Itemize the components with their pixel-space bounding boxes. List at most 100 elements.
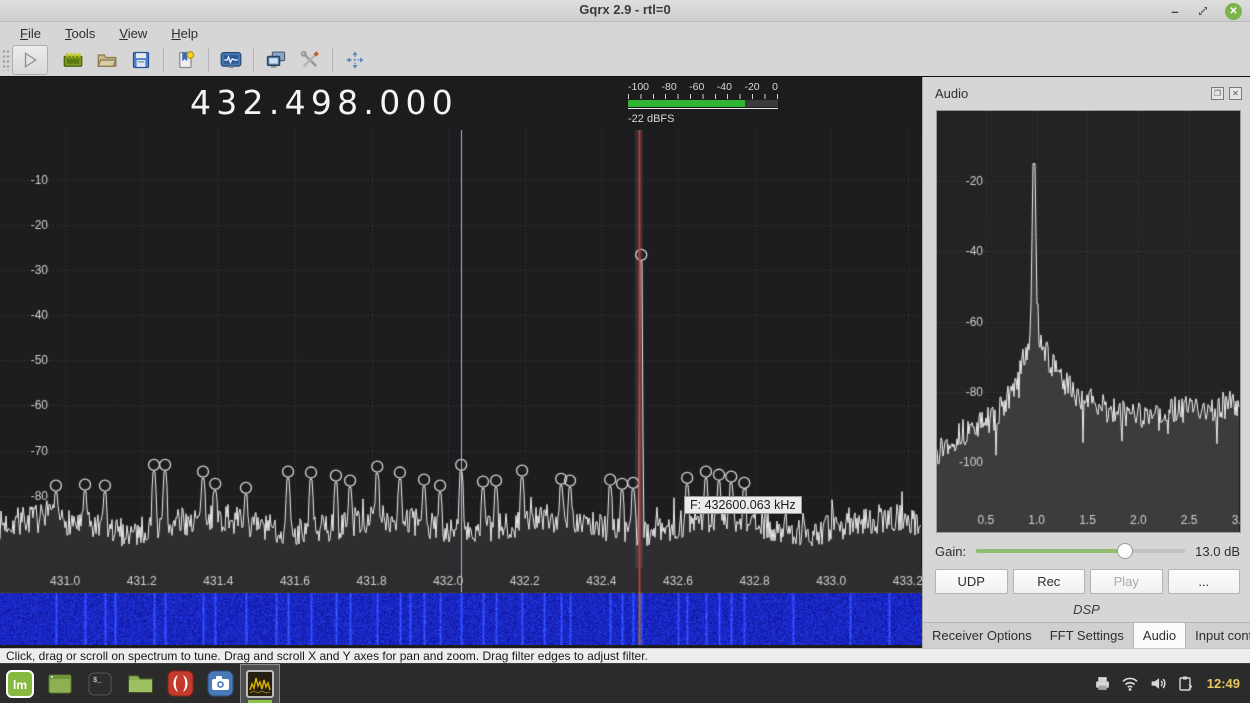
tools-icon <box>300 50 320 70</box>
play-icon <box>21 51 39 69</box>
dsp-group-label: DSP <box>923 602 1250 617</box>
maximize-icon <box>1197 5 1209 17</box>
gain-label: Gain: <box>935 544 966 559</box>
minimize-button[interactable]: – <box>1166 3 1184 19</box>
start-dsp-button[interactable] <box>12 45 48 75</box>
tab-receiver-options[interactable]: Receiver Options <box>923 623 1041 648</box>
menu-help[interactable]: Help <box>161 24 208 43</box>
close-dock-icon[interactable]: ✕ <box>1229 87 1242 100</box>
mint-logo-icon: lm <box>6 670 34 698</box>
udp-button[interactable]: UDP <box>935 569 1008 594</box>
play-button[interactable]: Play <box>1090 569 1163 594</box>
frequency-tooltip: F: 432600.063 kHz <box>684 496 802 514</box>
clipboard-icon[interactable] <box>1177 675 1193 692</box>
scope-display-icon <box>220 50 242 70</box>
file-manager-button[interactable] <box>120 664 160 703</box>
audio-fft-plot <box>937 111 1240 532</box>
desktop-window-icon <box>47 671 73 697</box>
dbfs-underline <box>628 108 778 109</box>
frequency-display[interactable]: 432.498.000 <box>190 83 450 122</box>
dbfs-tick-label: -80 <box>661 81 676 93</box>
statusbar: Click, drag or scroll on spectrum to tun… <box>0 648 1250 663</box>
svg-text:lm: lm <box>13 678 27 692</box>
window-title: Gqrx 2.9 - rtl=0 <box>0 2 1250 17</box>
menu-view[interactable]: View <box>109 24 157 43</box>
dock-tabbar: Receiver Options FFT Settings Audio Inpu… <box>923 622 1250 648</box>
gain-row: Gain: 13.0 dB <box>935 541 1240 561</box>
remote-control-button[interactable] <box>261 46 291 74</box>
toolbar <box>0 44 1250 77</box>
spectrum-panel: 432.498.000 -100 -80 -60 -40 -20 0 -22 d… <box>0 77 922 648</box>
more-options-button[interactable]: ... <box>1168 569 1241 594</box>
dock-title: Audio <box>935 86 1206 101</box>
toolbar-separator <box>208 48 209 72</box>
save-floppy-icon <box>131 50 151 70</box>
dsp-settings-button[interactable] <box>295 46 325 74</box>
terminal-icon: $_ <box>87 671 113 697</box>
camera-icon <box>207 670 234 697</box>
gqrx-icon <box>246 670 274 698</box>
tab-fft-settings[interactable]: FFT Settings <box>1041 623 1133 648</box>
printer-icon[interactable] <box>1094 675 1111 692</box>
tab-audio[interactable]: Audio <box>1133 623 1186 648</box>
iq-tool-button[interactable] <box>216 46 246 74</box>
terminal-button[interactable]: $_ <box>80 664 120 703</box>
clock[interactable]: 12:49 <box>1207 676 1240 691</box>
status-text: Click, drag or scroll on spectrum to tun… <box>6 649 648 663</box>
hexchat-icon <box>167 670 194 697</box>
main-area: 432.498.000 -100 -80 -60 -40 -20 0 -22 d… <box>0 77 1250 648</box>
system-tray: 12:49 <box>1094 675 1250 692</box>
toolbar-drag-handle[interactable] <box>2 49 10 71</box>
dbfs-tick-label: -100 <box>628 81 649 93</box>
frequency-row: 432.498.000 -100 -80 -60 -40 -20 0 -22 d… <box>0 77 922 130</box>
fullscreen-button[interactable] <box>340 46 370 74</box>
gain-slider-handle[interactable] <box>1117 543 1133 559</box>
open-file-button[interactable] <box>92 46 122 74</box>
toolbar-separator <box>253 48 254 72</box>
remote-computers-icon <box>265 50 287 70</box>
gqrx-window: Gqrx 2.9 - rtl=0 – ✕ File Tools View Hel… <box>0 0 1250 703</box>
waterfall-display[interactable] <box>0 592 922 645</box>
fullscreen-arrows-icon <box>345 50 365 70</box>
taskbar: lm $_ <box>0 663 1250 703</box>
device-chip-icon <box>63 50 83 70</box>
hexchat-button[interactable] <box>160 664 200 703</box>
titlebar[interactable]: Gqrx 2.9 - rtl=0 – ✕ <box>0 0 1250 22</box>
dbfs-tick-label: 0 <box>772 81 778 93</box>
screenshot-button[interactable] <box>200 664 240 703</box>
mint-menu-button[interactable]: lm <box>0 664 40 703</box>
open-folder-icon <box>97 50 117 70</box>
dbfs-tick-label: -40 <box>717 81 732 93</box>
gqrx-taskbar-button[interactable] <box>240 664 280 703</box>
toolbar-separator <box>332 48 333 72</box>
show-desktop-button[interactable] <box>40 664 80 703</box>
menu-tools[interactable]: Tools <box>55 24 105 43</box>
dbfs-ruler <box>628 94 778 99</box>
signal-strength-meter: -100 -80 -60 -40 -20 0 -22 dBFS <box>628 81 778 125</box>
menubar: File Tools View Help <box>0 22 1250 44</box>
save-file-button[interactable] <box>126 46 156 74</box>
menu-file[interactable]: File <box>10 24 51 43</box>
audio-dock: Audio ❐ ✕ Gain: 13.0 dB UDP Rec Play ... <box>922 77 1250 648</box>
gain-slider[interactable] <box>976 542 1185 560</box>
gain-value: 13.0 dB <box>1195 544 1240 559</box>
close-button[interactable]: ✕ <box>1225 3 1242 20</box>
float-window-icon[interactable]: ❐ <box>1211 87 1224 100</box>
dbfs-tick-label: -20 <box>744 81 759 93</box>
volume-icon[interactable] <box>1149 675 1167 692</box>
dbfs-value: -22 dBFS <box>628 113 778 125</box>
maximize-button[interactable] <box>1194 3 1212 19</box>
bookmark-icon <box>176 50 196 70</box>
svg-text:$_: $_ <box>93 677 102 685</box>
rec-button[interactable]: Rec <box>1013 569 1086 594</box>
audio-fft-frame <box>936 110 1241 533</box>
wifi-icon[interactable] <box>1121 675 1139 692</box>
folder-icon <box>127 670 154 697</box>
dbfs-bar <box>628 100 778 107</box>
toolbar-separator <box>163 48 164 72</box>
bookmarks-button[interactable] <box>171 46 201 74</box>
device-config-button[interactable] <box>58 46 88 74</box>
audio-buttons: UDP Rec Play ... <box>935 569 1240 594</box>
tab-input-controls[interactable]: Input controls <box>1186 623 1250 648</box>
rf-spectrum-plot[interactable] <box>0 130 922 592</box>
